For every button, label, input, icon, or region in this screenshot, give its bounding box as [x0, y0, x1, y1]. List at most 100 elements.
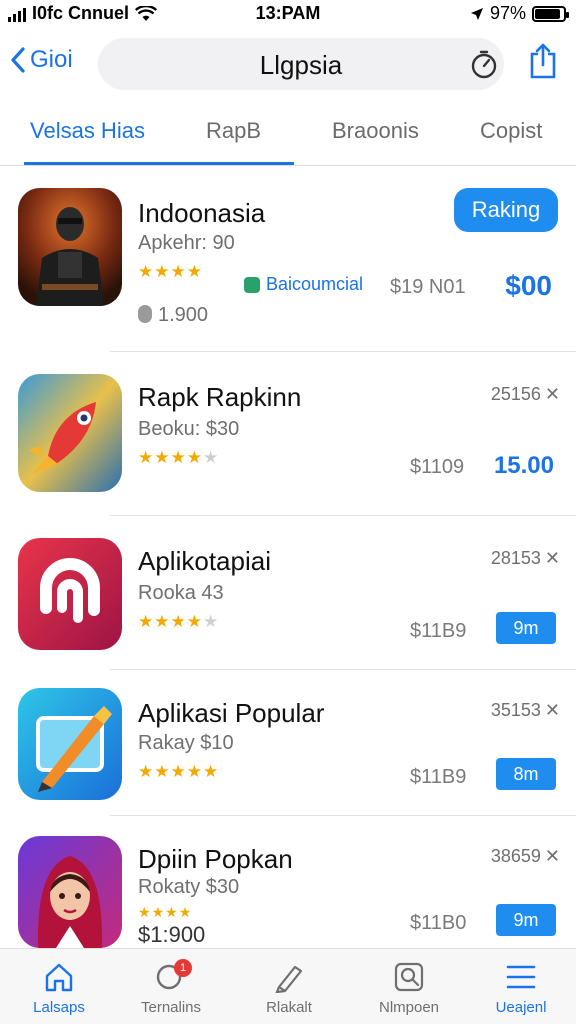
- back-label: Gioi: [30, 46, 73, 73]
- get-button[interactable]: 9m: [496, 612, 556, 644]
- star-filled-icon: ★: [165, 904, 179, 920]
- star-filled-icon: ★: [170, 612, 187, 631]
- app-subtitle: Rooka 43: [138, 582, 224, 604]
- app-icon-dpiin-popkan: [18, 836, 122, 948]
- star-filled-icon: ★: [151, 904, 166, 920]
- location-arrow-icon: [470, 7, 483, 20]
- price-label: $1:900: [138, 922, 206, 947]
- tab-velsas-hias[interactable]: Velsas Hias: [30, 118, 145, 158]
- price-original: $11B0: [410, 912, 467, 934]
- app-list-item[interactable]: Aplikasi Popular Rakay $10 ★★★★★ 35153 ✕ …: [0, 670, 576, 816]
- star-filled-icon: ★: [138, 762, 155, 781]
- app-list-item[interactable]: Dpiin Popkan Rokaty $30 ★★★★ $1:900 3865…: [0, 816, 576, 948]
- star-filled-icon: ★: [170, 262, 187, 281]
- tabbar-item-notifications[interactable]: 1 Ternalins: [116, 959, 226, 1016]
- tab-copist[interactable]: Copist: [480, 118, 542, 158]
- review-count: 25156 ✕: [490, 384, 560, 404]
- star-empty-icon: ★: [203, 448, 220, 467]
- close-icon: ✕: [544, 384, 560, 404]
- close-icon: ✕: [544, 548, 560, 568]
- star-filled-icon: ★: [178, 904, 193, 920]
- review-count: 35153 ✕: [490, 700, 560, 720]
- battery-icon: [532, 5, 569, 22]
- navigation-bar: Gioi Llgpsia: [0, 34, 576, 92]
- tab-braoonis[interactable]: Braoonis: [332, 118, 419, 158]
- search-icon: [394, 962, 424, 992]
- review-count: 38659 ✕: [490, 846, 560, 866]
- back-button[interactable]: Gioi: [10, 46, 73, 74]
- download-count: 1.900: [138, 304, 208, 327]
- app-icon-aplikotapiai: [18, 538, 122, 650]
- home-icon: [45, 963, 73, 992]
- tabbar-item-market[interactable]: Rlakalt: [234, 959, 344, 1016]
- rating-stars: ★★★★: [138, 904, 192, 921]
- star-filled-icon: ★: [138, 612, 155, 631]
- developer-badge: Baicoumcial: [244, 274, 363, 295]
- tabbar-label: Nlmpoen: [378, 999, 440, 1016]
- title-search-field[interactable]: Llgpsia: [98, 38, 504, 90]
- price-current[interactable]: $00: [505, 270, 552, 302]
- close-icon: ✕: [544, 846, 560, 866]
- app-subtitle: Rokaty $30: [138, 876, 240, 898]
- app-list-item[interactable]: Rapk Rapkinn Beoku: $30 ★★★★★ 25156 ✕ $11…: [0, 352, 576, 516]
- timer-icon[interactable]: [468, 48, 500, 80]
- price-current[interactable]: 15.00: [494, 452, 554, 480]
- star-filled-icon: ★: [138, 448, 155, 467]
- price-original: $11B9: [410, 620, 467, 642]
- review-count: 28153 ✕: [490, 548, 560, 568]
- price-original: $1109: [410, 456, 465, 478]
- tabbar-item-updates[interactable]: Ueajenl: [466, 959, 576, 1016]
- battery-level: [535, 8, 560, 19]
- tab-rapb[interactable]: RapB: [206, 118, 261, 158]
- raking-button[interactable]: Raking: [454, 188, 558, 232]
- app-name: Dpiin Popkan: [138, 844, 293, 874]
- tabbar-item-search[interactable]: Nlmpoen: [354, 959, 464, 1016]
- app-name: Indoonasia: [138, 198, 266, 228]
- tabbar-label: Lalsaps: [33, 999, 85, 1016]
- tabbar-item-home[interactable]: Lalsaps: [4, 959, 114, 1016]
- star-filled-icon: ★: [186, 612, 203, 631]
- star-filled-icon: ★: [138, 904, 152, 920]
- get-button[interactable]: 9m: [496, 904, 556, 936]
- app-subtitle: Beoku: $30: [138, 418, 240, 440]
- status-bar: I0fc Cnnuel 13:PAM 97%: [0, 0, 576, 28]
- rating-stars: ★★★★: [138, 262, 203, 282]
- bottom-tab-bar: Lalsaps 1 Ternalins Rlakalt Nlmpoen Ueaj…: [0, 948, 576, 1024]
- app-icon-rapk-rapkinn: [18, 374, 122, 492]
- app-list-item[interactable]: Indoonasia Apkehr: 90 ★★★★ 1.900 Raking …: [0, 166, 576, 352]
- page-title: Llgpsia: [259, 50, 343, 80]
- star-filled-icon: ★: [154, 448, 171, 467]
- app-name: Aplikasi Popular: [138, 698, 325, 728]
- app-icon-aplikasi-popular: [18, 688, 122, 800]
- star-filled-icon: ★: [154, 262, 171, 281]
- active-tab-indicator: [24, 162, 294, 165]
- price-original: $11B9: [410, 766, 467, 788]
- share-icon[interactable]: [528, 42, 558, 80]
- app-subtitle: Rakay $10: [138, 732, 234, 754]
- app-list-item[interactable]: Aplikotapiai Rooka 43 ★★★★★ 28153 ✕ $11B9…: [0, 516, 576, 670]
- star-filled-icon: ★: [186, 448, 203, 467]
- notification-badge: 1: [174, 959, 192, 977]
- get-button[interactable]: 8m: [496, 758, 556, 790]
- rating-stars: ★★★★★: [138, 762, 219, 782]
- star-filled-icon: ★: [186, 262, 203, 281]
- tabbar-label: Rlakalt: [266, 999, 312, 1016]
- app-name: Aplikotapiai: [138, 546, 271, 576]
- rating-stars: ★★★★★: [138, 448, 219, 468]
- app-subtitle: Apkehr: 90: [138, 232, 235, 254]
- app-icon-indoonasia: [18, 188, 122, 306]
- coin-icon: [138, 305, 152, 323]
- star-filled-icon: ★: [170, 762, 187, 781]
- rating-stars: ★★★★★: [138, 612, 219, 632]
- star-filled-icon: ★: [154, 612, 171, 631]
- star-filled-icon: ★: [138, 262, 155, 281]
- tabbar-label: Ueajenl: [495, 999, 547, 1016]
- close-icon: ✕: [544, 700, 560, 720]
- star-filled-icon: ★: [170, 448, 187, 467]
- price-original: $19 N01: [390, 276, 466, 298]
- star-empty-icon: ★: [203, 612, 220, 631]
- pen-icon: [275, 965, 303, 993]
- star-filled-icon: ★: [186, 762, 203, 781]
- list-icon: [506, 965, 536, 989]
- star-filled-icon: ★: [154, 762, 171, 781]
